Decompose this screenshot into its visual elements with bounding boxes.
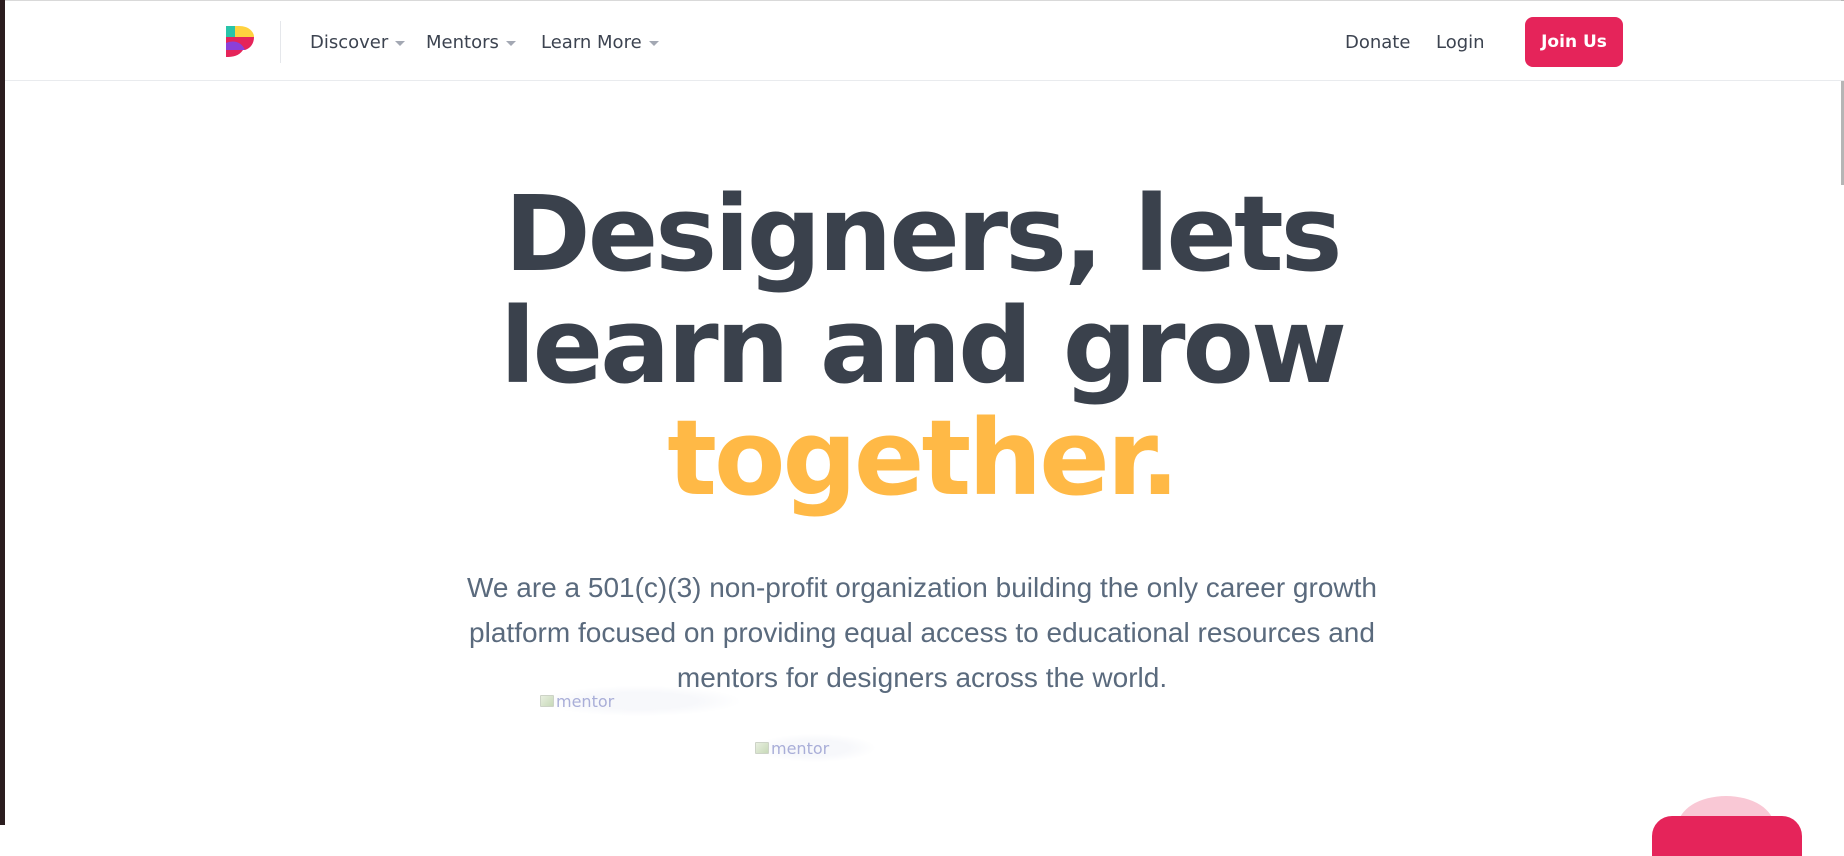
chevron-down-icon	[395, 40, 406, 46]
mentor-image-alt: mentor	[556, 691, 615, 711]
mentor-image-broken: mentor	[540, 686, 740, 716]
decorative-blob-dark	[1652, 816, 1802, 856]
nav-learn-more-label: Learn More	[541, 31, 642, 53]
broken-image-icon	[540, 695, 554, 707]
hero-title-line1: Designers, lets	[504, 173, 1342, 295]
hero-title-accent: together.	[667, 397, 1179, 519]
hero-subtitle: We are a 501(c)(3) non-profit organizati…	[467, 572, 1377, 693]
hero-title: Designers, lets learn and grow together.	[422, 178, 1422, 514]
nav-mentors-label: Mentors	[426, 31, 499, 53]
nav-discover-menu[interactable]: Discover	[310, 27, 406, 57]
nav-learn-more-menu[interactable]: Learn More	[541, 27, 659, 57]
hero-title-line2: learn and grow	[499, 285, 1347, 407]
chevron-down-icon	[505, 40, 516, 46]
page-frame: Discover Mentors Learn More Donate Login…	[0, 0, 1844, 856]
mentor-image-alt: mentor	[771, 738, 830, 758]
nav-divider	[280, 21, 281, 63]
window-left-edge	[0, 0, 5, 825]
mentor-image-broken: mentor	[755, 734, 875, 762]
broken-image-icon	[755, 742, 769, 754]
chevron-down-icon	[648, 40, 659, 46]
nav-discover-label: Discover	[310, 31, 389, 53]
donate-link[interactable]: Donate	[1345, 27, 1410, 57]
login-link[interactable]: Login	[1436, 27, 1485, 57]
nav-mentors-menu[interactable]: Mentors	[426, 27, 516, 57]
top-navbar: Discover Mentors Learn More Donate Login…	[5, 1, 1844, 81]
brand-logo-icon[interactable]	[223, 23, 257, 59]
join-us-button[interactable]: Join Us	[1525, 17, 1623, 67]
